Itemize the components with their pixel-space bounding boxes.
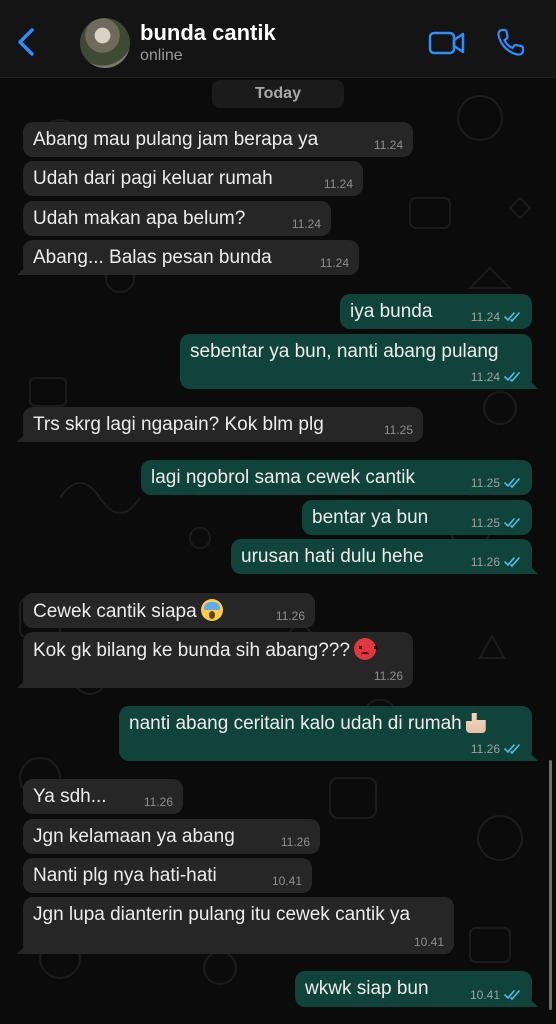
message-bubble-outgoing[interactable]: wkwk siap bun 10.41 bbox=[295, 971, 538, 1007]
message-time: 10.41 bbox=[413, 935, 444, 949]
message-bubble-outgoing[interactable]: bentar ya bun 11.25 bbox=[302, 500, 532, 535]
message-bubble-incoming[interactable]: Udah makan apa belum? 11.24 bbox=[23, 201, 331, 236]
video-call-icon[interactable] bbox=[428, 30, 466, 56]
message-text: bentar ya bun bbox=[312, 507, 429, 528]
message-text: Kok gk bilang ke bunda sih abang??? bbox=[33, 640, 350, 661]
message-text: wkwk siap bun bbox=[305, 978, 429, 999]
message-time: 10.41 bbox=[469, 988, 500, 1002]
message-bubble-incoming[interactable]: Cewek cantik siapa 11.26 bbox=[23, 593, 315, 628]
message-text: Udah dari pagi keluar rumah bbox=[33, 168, 273, 189]
message-bubble-outgoing[interactable]: lagi ngobrol sama cewek cantik 11.25 bbox=[141, 460, 532, 495]
message-bubble-outgoing[interactable]: urusan hati dulu hehe 11.26 bbox=[231, 539, 538, 574]
message-bubble-outgoing[interactable]: sebentar ya bun, nanti abang pulang 11.2… bbox=[180, 334, 538, 389]
message-bubble-incoming[interactable]: Trs skrg lagi ngapain? Kok blm plg 11.25 bbox=[17, 407, 423, 442]
message-time: 11.26 bbox=[280, 835, 310, 849]
message-time: 11.24 bbox=[323, 177, 353, 191]
message-text: iya bunda bbox=[350, 301, 433, 322]
message-bubble-incoming[interactable]: Ya sdh... 11.26 bbox=[23, 779, 183, 814]
contact-status: online bbox=[140, 47, 183, 64]
message-bubble-incoming[interactable]: Jgn kelamaan ya abang 11.26 bbox=[23, 819, 320, 854]
message-bubble-incoming[interactable]: Udah dari pagi keluar rumah 11.24 bbox=[23, 161, 363, 196]
message-text: Nanti plg nya hati-hati bbox=[33, 865, 217, 886]
message-bubble-incoming[interactable]: Abang mau pulang jam berapa ya 11.24 bbox=[23, 122, 413, 157]
read-ticks-icon bbox=[504, 990, 520, 1001]
message-text: Abang... Balas pesan bunda bbox=[33, 247, 272, 268]
message-text: Cewek cantik siapa bbox=[33, 601, 197, 622]
phone-call-icon[interactable] bbox=[496, 27, 526, 57]
message-text: Trs skrg lagi ngapain? Kok blm plg bbox=[33, 414, 324, 435]
message-bubble-incoming[interactable]: Jgn lupa dianterin pulang itu cewek cant… bbox=[17, 897, 454, 954]
message-time: 11.24 bbox=[373, 138, 403, 152]
message-text: lagi ngobrol sama cewek cantik bbox=[151, 467, 416, 488]
message-bubble-outgoing[interactable]: nanti abang ceritain kalo udah di rumah … bbox=[119, 706, 538, 761]
message-time: 11.25 bbox=[383, 423, 413, 437]
message-time: 11.26 bbox=[373, 669, 403, 683]
message-time: 10.41 bbox=[271, 874, 302, 888]
back-chevron-icon[interactable] bbox=[12, 24, 44, 60]
message-time: 11.26 bbox=[470, 742, 500, 756]
message-time: 11.24 bbox=[470, 310, 500, 324]
chat-area[interactable]: Today Abang mau pulang jam berapa ya 11.… bbox=[0, 78, 556, 1024]
message-time: 11.24 bbox=[319, 256, 349, 270]
message-bubble-incoming[interactable]: Abang... Balas pesan bunda 11.24 bbox=[17, 240, 359, 275]
contact-name[interactable]: bunda cantik bbox=[140, 20, 276, 46]
message-time: 11.26 bbox=[275, 609, 305, 623]
message-text: Udah makan apa belum? bbox=[33, 208, 246, 229]
message-text: nanti abang ceritain kalo udah di rumah bbox=[129, 713, 462, 734]
message-time: 11.25 bbox=[470, 476, 500, 490]
read-ticks-icon bbox=[504, 744, 520, 755]
message-text: Abang mau pulang jam berapa ya bbox=[33, 129, 319, 150]
message-bubble-incoming[interactable]: Nanti plg nya hati-hati 10.41 bbox=[23, 858, 312, 893]
message-bubble-incoming[interactable]: Kok gk bilang ke bunda sih abang??? 11.2… bbox=[17, 632, 413, 688]
read-ticks-icon bbox=[504, 557, 520, 568]
read-ticks-icon bbox=[504, 372, 520, 383]
message-text: Jgn kelamaan ya abang bbox=[33, 826, 235, 847]
message-text: Jgn lupa dianterin pulang itu cewek cant… bbox=[33, 904, 411, 925]
chat-header: bunda cantik online bbox=[0, 0, 556, 78]
thumbs-up-emoji bbox=[465, 713, 486, 733]
message-time: 11.24 bbox=[470, 370, 500, 384]
message-text: Ya sdh... bbox=[33, 786, 107, 807]
message-text: sebentar ya bun, nanti abang pulang bbox=[190, 341, 499, 362]
read-ticks-icon bbox=[504, 312, 520, 323]
date-divider: Today bbox=[212, 80, 344, 108]
face-screaming-in-fear-emoji bbox=[200, 599, 223, 621]
message-time: 11.26 bbox=[143, 795, 173, 809]
read-ticks-icon bbox=[504, 478, 520, 489]
message-bubble-outgoing[interactable]: iya bunda 11.24 bbox=[340, 294, 532, 329]
read-ticks-icon bbox=[504, 518, 520, 529]
message-text: urusan hati dulu hehe bbox=[241, 546, 424, 567]
message-time: 11.26 bbox=[470, 555, 500, 569]
message-time: 11.24 bbox=[291, 217, 321, 231]
message-time: 11.25 bbox=[470, 516, 500, 530]
angry-face-emoji bbox=[353, 638, 377, 660]
scrollbar[interactable] bbox=[549, 760, 552, 1010]
contact-avatar[interactable] bbox=[80, 18, 130, 68]
